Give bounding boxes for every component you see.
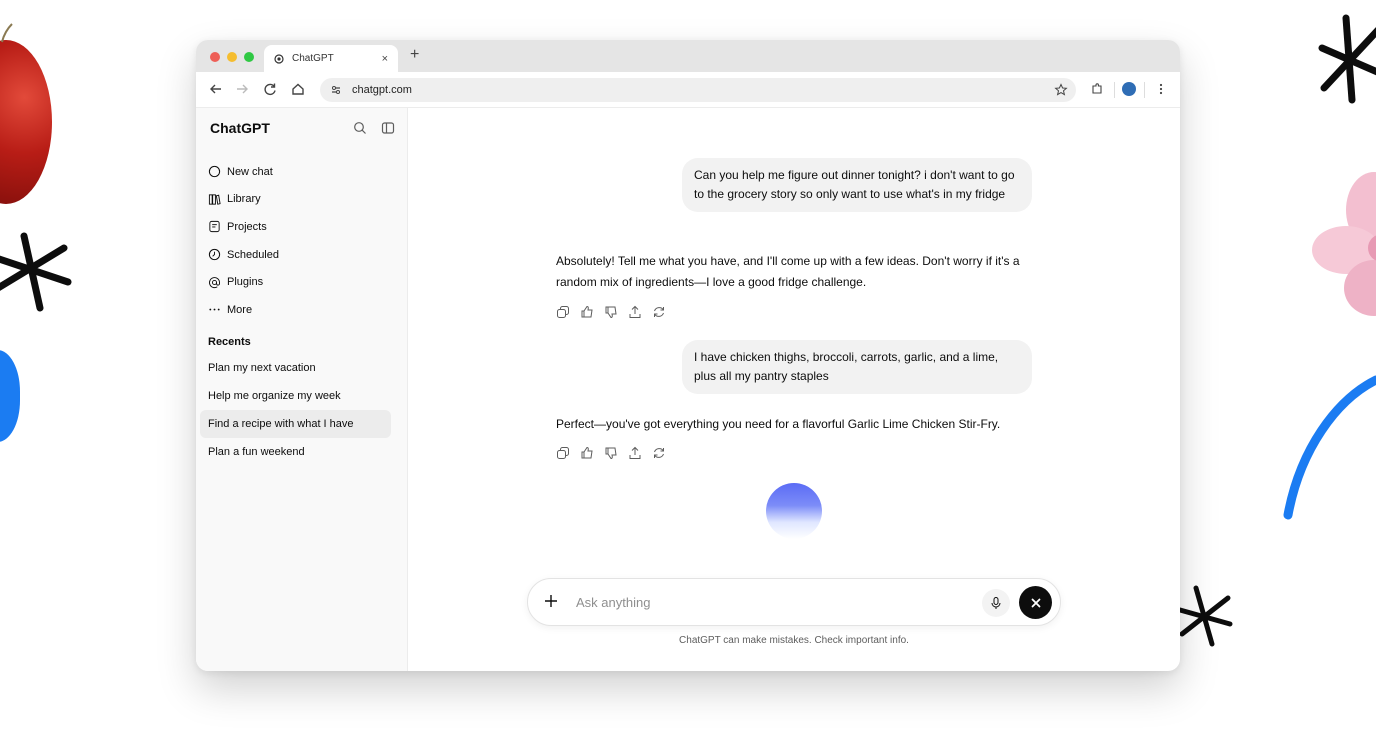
blue-blob-decoration xyxy=(0,350,20,442)
search-icon[interactable] xyxy=(353,121,367,135)
home-icon[interactable] xyxy=(290,81,306,97)
forward-arrow-icon[interactable] xyxy=(234,81,250,97)
site-settings-icon[interactable] xyxy=(330,84,342,96)
sidebar-item-new-chat[interactable]: New chat xyxy=(208,158,398,186)
recent-chat-item[interactable]: Help me organize my week xyxy=(200,382,391,410)
maximize-window-button[interactable] xyxy=(244,52,254,62)
assistant-message: Perfect—you've got everything you need f… xyxy=(556,417,1001,431)
address-bar[interactable]: chatgpt.com xyxy=(320,78,1076,102)
copy-icon[interactable] xyxy=(556,446,570,460)
more-icon xyxy=(209,308,220,311)
reload-icon[interactable] xyxy=(262,81,278,97)
plus-icon[interactable] xyxy=(542,592,560,610)
library-icon xyxy=(208,194,221,205)
thumbs-up-icon[interactable] xyxy=(580,446,594,460)
thumbs-down-icon[interactable] xyxy=(604,446,618,460)
sidebar-item-label: Library xyxy=(227,193,261,206)
message-actions xyxy=(556,446,666,460)
sidebar-item-label: Scheduled xyxy=(227,248,279,261)
share-icon[interactable] xyxy=(628,446,642,460)
message-actions xyxy=(556,305,666,319)
microphone-icon xyxy=(991,597,1001,609)
thinking-orb xyxy=(766,483,822,539)
user-message: I have chicken thighs, broccoli, carrots… xyxy=(682,340,1032,394)
copy-icon[interactable] xyxy=(556,305,570,319)
blue-arc-decoration xyxy=(1283,375,1376,520)
recents-heading: Recents xyxy=(208,336,251,348)
composer: Ask anything xyxy=(527,578,1061,626)
new-tab-button[interactable]: + xyxy=(410,46,419,64)
sidebar-item-projects[interactable]: Projects xyxy=(208,213,398,241)
recents-list: Plan my next vacation Help me organize m… xyxy=(200,354,391,466)
asterisk-decoration-top-right xyxy=(1318,14,1376,104)
assistant-message: Absolutely! Tell me what you have, and I… xyxy=(556,254,1020,289)
asterisk-decoration-left xyxy=(0,232,72,312)
browser-toolbar: chatgpt.com xyxy=(196,72,1180,108)
close-window-button[interactable] xyxy=(210,52,220,62)
stop-button[interactable] xyxy=(1019,586,1052,619)
close-icon xyxy=(1031,598,1040,607)
flower-decoration xyxy=(1312,172,1376,316)
user-message: Can you help me figure out dinner tonigh… xyxy=(682,158,1032,212)
url-text: chatgpt.com xyxy=(352,84,412,96)
recent-chat-item[interactable]: Plan a fun weekend xyxy=(200,438,391,466)
sidebar-item-label: Projects xyxy=(227,220,267,233)
sidebar-item-more[interactable]: More xyxy=(208,296,398,324)
tab-title: ChatGPT xyxy=(292,53,334,64)
page-content: ChatGPT New chat Library Projects Schedu… xyxy=(196,108,1180,671)
tomato-stem-decoration xyxy=(1,23,13,43)
window-controls xyxy=(210,52,254,62)
clock-icon xyxy=(208,248,221,261)
thumbs-down-icon[interactable] xyxy=(604,305,618,319)
sidebar-item-label: More xyxy=(227,303,253,316)
asterisk-decoration-bottom xyxy=(1177,585,1233,647)
sidebar-item-plugins[interactable]: Plugins xyxy=(208,268,398,296)
projects-icon xyxy=(209,221,220,233)
menu-kebab-icon[interactable] xyxy=(1154,82,1168,96)
extensions-icon[interactable] xyxy=(1090,82,1104,96)
sidebar-item-library[interactable]: Library xyxy=(208,186,398,214)
at-icon xyxy=(209,276,220,288)
chat-main: Can you help me figure out dinner tonigh… xyxy=(408,108,1180,671)
toolbar-divider xyxy=(1144,82,1145,98)
thumbs-up-icon[interactable] xyxy=(580,305,594,319)
new-chat-icon xyxy=(208,166,221,178)
sidebar-item-scheduled[interactable]: Scheduled xyxy=(208,241,398,269)
tab-close-icon[interactable]: × xyxy=(382,53,388,65)
disclaimer-text: ChatGPT can make mistakes. Check importa… xyxy=(679,635,909,646)
sidebar: ChatGPT New chat Library Projects Schedu… xyxy=(196,108,408,671)
sidebar-item-label: New chat xyxy=(227,165,273,178)
sidebar-item-label: Plugins xyxy=(227,276,264,289)
recent-chat-item[interactable]: Plan my next vacation xyxy=(200,354,391,382)
regenerate-icon[interactable] xyxy=(652,305,666,319)
regenerate-icon[interactable] xyxy=(652,446,666,460)
toggle-sidebar-icon[interactable] xyxy=(381,121,395,135)
back-arrow-icon[interactable] xyxy=(208,81,224,97)
profile-avatar[interactable] xyxy=(1122,82,1136,96)
share-icon[interactable] xyxy=(628,305,642,319)
browser-tab[interactable]: ChatGPT × xyxy=(264,45,398,72)
toolbar-divider xyxy=(1114,82,1115,98)
recent-chat-item-active[interactable]: Find a recipe with what I have xyxy=(200,410,391,438)
prompt-input[interactable]: Ask anything xyxy=(576,595,650,610)
tab-bar: ChatGPT × + xyxy=(196,40,1180,72)
browser-window: ChatGPT × + chatgpt.com ChatGPT New chat… xyxy=(196,40,1180,671)
bookmark-star-icon[interactable] xyxy=(1054,83,1068,97)
voice-input-button[interactable] xyxy=(982,589,1010,617)
tomato-decoration xyxy=(0,40,52,204)
sidebar-menu: New chat Library Projects Scheduled Plug… xyxy=(208,158,398,324)
sidebar-header-icons xyxy=(353,121,395,135)
minimize-window-button[interactable] xyxy=(227,52,237,62)
openai-favicon-icon xyxy=(274,53,284,64)
sidebar-title: ChatGPT xyxy=(210,120,270,136)
